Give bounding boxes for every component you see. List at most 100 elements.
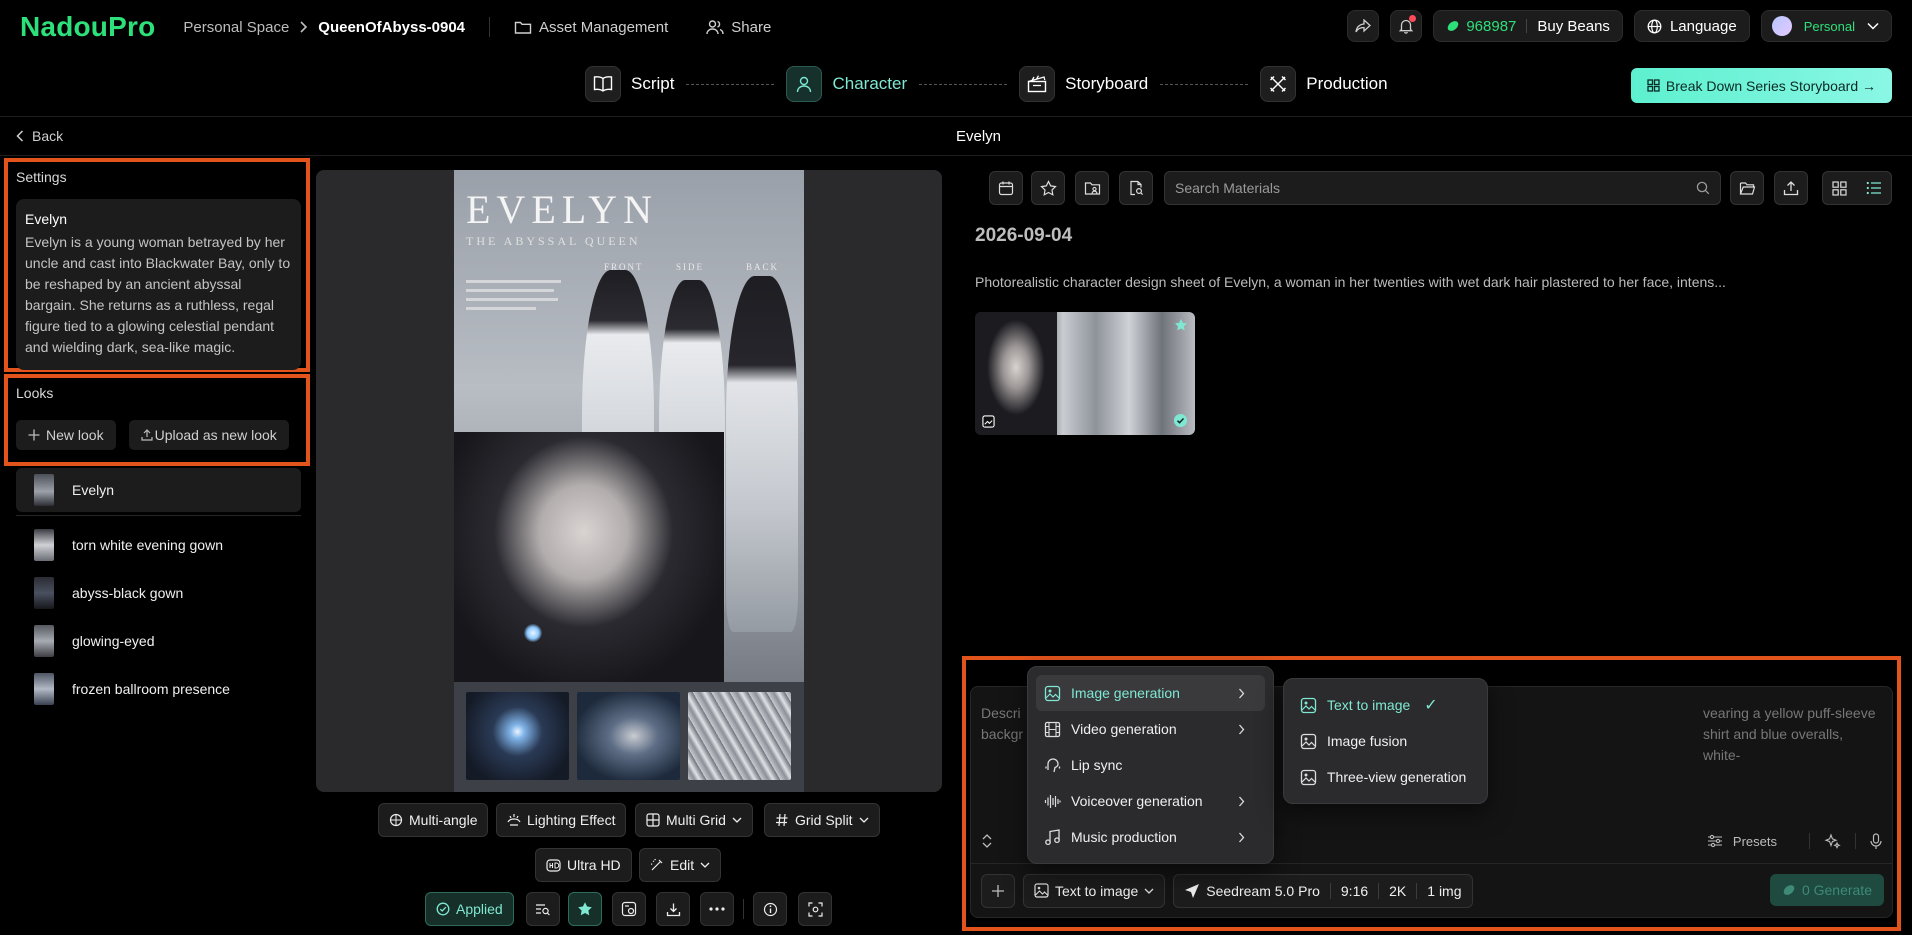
document-search-button[interactable] [1119, 171, 1153, 205]
beans-pill[interactable]: 968987 Buy Beans [1433, 10, 1623, 42]
divider [1416, 882, 1418, 899]
look-item[interactable]: torn white evening gown [16, 521, 301, 569]
look-item-evelyn[interactable]: Evelyn [16, 468, 301, 512]
looks-list: Evelyn torn white evening gown abyss-bla… [16, 468, 301, 713]
step-label: Storyboard [1065, 74, 1149, 93]
look-thumbnail [34, 625, 54, 657]
detail-pendant [466, 692, 569, 780]
image-icon [1300, 769, 1317, 785]
magic-sparkle-icon[interactable] [1824, 832, 1841, 850]
look-label: Evelyn [72, 482, 115, 498]
star-icon[interactable] [1174, 318, 1188, 332]
chevron-down-icon [1867, 22, 1879, 30]
search-materials-input[interactable] [1175, 180, 1675, 196]
language-button[interactable]: Language [1633, 10, 1750, 42]
more-options-button[interactable] [700, 892, 734, 926]
menu-item-voiceover-generation[interactable]: Voiceover generation [1036, 783, 1265, 819]
search-materials-field[interactable] [1164, 171, 1721, 205]
new-look-button[interactable]: New look [16, 420, 116, 450]
generation-type-menu: Image generation Video generation Lip sy… [1027, 666, 1274, 864]
search-in-image-button[interactable] [526, 892, 560, 926]
multi-grid-dropdown[interactable]: Multi Grid [635, 803, 753, 837]
open-folder-button[interactable] [1730, 171, 1764, 205]
generation-mode-dropdown[interactable]: Text to image [1023, 873, 1166, 908]
breadcrumb-space[interactable]: Personal Space [183, 19, 289, 36]
look-item[interactable]: frozen ballroom presence [16, 665, 301, 713]
model-settings-button[interactable]: Seedream 5.0 Pro 9:16 2K 1 img [1173, 873, 1473, 908]
avatar [1771, 16, 1792, 36]
tools-icon [1270, 76, 1287, 92]
ultra-hd-button[interactable]: Ultra HD [535, 848, 632, 882]
submenu-item-label: Text to image [1327, 697, 1411, 713]
step-character[interactable]: Character [786, 66, 907, 102]
menu-item-label: Video generation [1071, 721, 1177, 737]
image-badge-icon [982, 415, 995, 428]
app-logo[interactable]: NadouPro [20, 11, 155, 43]
submenu-item-three-view-generation[interactable]: Three-view generation [1292, 759, 1479, 795]
menu-item-video-generation[interactable]: Video generation [1036, 711, 1265, 747]
grid-split-label: Grid Split [795, 812, 853, 828]
search-icon[interactable] [1696, 181, 1710, 195]
sheet-subtitle: THE ABYSSAL QUEEN [466, 234, 641, 248]
character-filter-button[interactable] [1075, 171, 1109, 205]
favorite-button[interactable] [568, 892, 602, 926]
result-prompt[interactable]: Photorealistic character design sheet of… [975, 274, 1726, 290]
microphone-icon[interactable] [1870, 832, 1882, 850]
expand-icon[interactable] [981, 833, 993, 849]
folder-icon [514, 21, 532, 34]
presets-button[interactable]: Presets [1733, 834, 1777, 849]
character-description-card[interactable]: Evelyn Evelyn is a young woman betrayed … [16, 199, 301, 370]
notification-dot [1409, 15, 1417, 22]
grid-view-icon[interactable] [1832, 180, 1847, 196]
list-view-icon[interactable] [1866, 181, 1882, 195]
look-item[interactable]: abyss-black gown [16, 569, 301, 617]
forward-share-button[interactable] [1347, 10, 1380, 42]
image-preview[interactable]: EVELYN THE ABYSSAL QUEEN FRONT SIDE BACK [316, 170, 942, 792]
step-script[interactable]: Script [585, 66, 674, 102]
grid-split-dropdown[interactable]: Grid Split [764, 803, 880, 837]
settings-title: Settings [16, 169, 67, 185]
info-button[interactable] [753, 892, 787, 926]
calendar-filter-button[interactable] [989, 171, 1023, 205]
menu-item-lip-sync[interactable]: Lip sync [1036, 747, 1265, 783]
asset-management-link[interactable]: Asset Management [514, 19, 668, 36]
upload-new-look-button[interactable]: Upload as new look [128, 420, 289, 450]
share-link[interactable]: Share [706, 19, 771, 36]
submenu-item-image-fusion[interactable]: Image fusion [1292, 723, 1479, 759]
hash-icon [776, 813, 788, 827]
lighting-effect-button[interactable]: Lighting Effect [496, 803, 627, 837]
break-down-storyboard-button[interactable]: Break Down Series Storyboard → [1630, 68, 1892, 103]
account-menu[interactable]: Personal [1760, 10, 1892, 42]
save-to-assets-button[interactable] [612, 892, 646, 926]
breadcrumb-project[interactable]: QueenOfAbyss-0904 [318, 19, 465, 36]
download-button[interactable] [656, 892, 690, 926]
grid-icon [1647, 79, 1660, 92]
menu-item-image-generation[interactable]: Image generation [1036, 675, 1265, 711]
new-look-label: New look [46, 427, 104, 443]
multi-angle-button[interactable]: Multi-angle [378, 803, 489, 837]
step-storyboard[interactable]: Storyboard [1019, 66, 1148, 102]
favorites-filter-button[interactable] [1031, 171, 1065, 205]
view-toggle [1822, 171, 1892, 205]
lighting-effect-label: Lighting Effect [527, 812, 616, 828]
submenu-item-text-to-image[interactable]: Text to image ✓ [1292, 687, 1479, 723]
step-production[interactable]: Production [1260, 66, 1388, 102]
upload-button[interactable] [1774, 171, 1808, 205]
generate-button[interactable]: 0 Generate [1769, 874, 1884, 906]
edit-dropdown[interactable]: Edit [639, 848, 722, 882]
applied-button[interactable]: Applied [425, 892, 514, 926]
character-description: Evelyn is a young woman betrayed by her … [25, 234, 291, 355]
notifications-button[interactable] [1390, 10, 1423, 42]
ratio-label: 9:16 [1340, 882, 1369, 899]
sliders-icon[interactable] [1707, 834, 1723, 848]
look-item[interactable]: glowing-eyed [16, 617, 301, 665]
add-attachment-button[interactable] [981, 873, 1015, 908]
book-icon [593, 76, 613, 92]
focus-button[interactable] [798, 892, 832, 926]
count-label: 1 img [1427, 882, 1462, 899]
result-thumbnail[interactable] [975, 312, 1195, 435]
sheet-label-back: BACK [746, 262, 780, 272]
plus-icon [28, 429, 40, 441]
workflow-steps: Script Character Storyboard Production [585, 66, 1388, 102]
menu-item-music-production[interactable]: Music production [1036, 819, 1265, 855]
